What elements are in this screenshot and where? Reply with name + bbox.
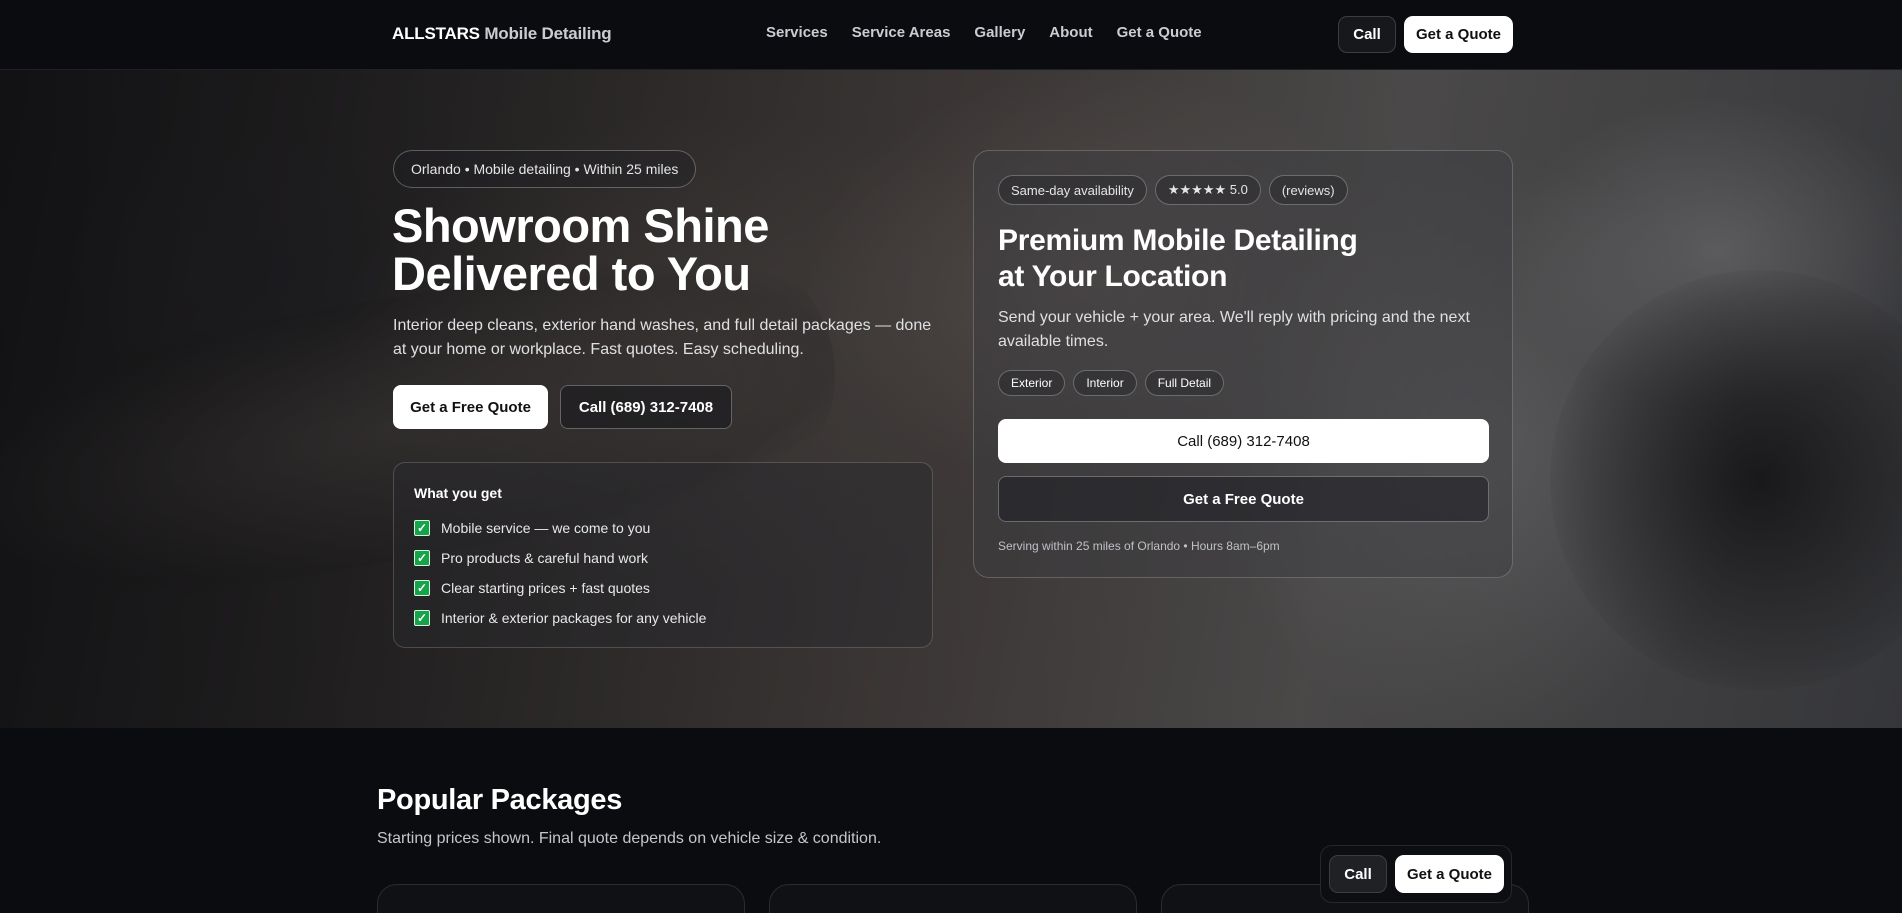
floating-call-button[interactable]: Call (1329, 855, 1387, 893)
quote-card: Same-day availability ★★★★★ 5.0 (reviews… (973, 150, 1513, 578)
floating-get-quote-button[interactable]: Get a Quote (1395, 855, 1504, 893)
checkbox-icon: ✓ (414, 550, 430, 566)
hero-overlay (0, 70, 1902, 728)
benefits-box: What you get ✓ Mobile service — we come … (393, 462, 933, 648)
benefit-text: Clear starting prices + fast quotes (441, 580, 650, 596)
reviews-badge[interactable]: (reviews) (1268, 175, 1348, 205)
quote-card-free-quote-button[interactable]: Get a Free Quote (998, 476, 1489, 522)
nav-link-gallery[interactable]: Gallery (974, 24, 1025, 41)
hero-subtitle: Interior deep cleans, exterior hand wash… (393, 317, 932, 358)
quote-card-subtitle: Send your vehicle + your area. We'll rep… (998, 309, 1470, 350)
quote-card-title-line2: at Your Location (998, 260, 1228, 293)
brand-name: ALLSTARS (392, 24, 480, 43)
nav-link-service-areas[interactable]: Service Areas (852, 24, 951, 41)
hero-free-quote-button[interactable]: Get a Free Quote (393, 385, 548, 429)
package-card[interactable] (769, 884, 1137, 913)
benefit-item: ✓ Pro products & careful hand work (414, 543, 912, 573)
nav-call-button[interactable]: Call (1338, 16, 1396, 53)
quote-card-footer: Serving within 25 miles of Orlando • Hou… (998, 539, 1280, 553)
quote-card-title-line1: Premium Mobile Detailing (998, 224, 1358, 257)
nav-get-quote-button[interactable]: Get a Quote (1404, 16, 1513, 53)
service-chip-exterior[interactable]: Exterior (998, 370, 1066, 396)
benefit-item: ✓ Interior & exterior packages for any v… (414, 603, 912, 633)
checkbox-icon: ✓ (414, 520, 430, 536)
hero-call-button[interactable]: Call (689) 312-7408 (560, 385, 732, 429)
brand-tagline: Mobile Detailing (479, 24, 612, 43)
benefits-title: What you get (414, 485, 502, 501)
benefit-item: ✓ Mobile service — we come to you (414, 513, 912, 543)
quote-card-title: Premium Mobile Detailing at Your Locatio… (998, 223, 1478, 295)
quote-card-call-button[interactable]: Call (689) 312-7408 (998, 419, 1489, 463)
service-chips: Exterior Interior Full Detail (998, 370, 1225, 396)
availability-badge: Same-day availability (998, 175, 1147, 205)
hero-title-line2: Delivered to You (392, 247, 751, 300)
nav-link-about[interactable]: About (1049, 24, 1092, 41)
packages-subtitle: Starting prices shown. Final quote depen… (377, 830, 882, 847)
benefit-item: ✓ Clear starting prices + fast quotes (414, 573, 912, 603)
service-chip-full-detail[interactable]: Full Detail (1144, 370, 1225, 396)
nav-link-get-a-quote[interactable]: Get a Quote (1117, 24, 1202, 41)
package-card[interactable] (377, 884, 745, 913)
quote-card-badges: Same-day availability ★★★★★ 5.0 (reviews… (998, 175, 1348, 205)
nav-link-services[interactable]: Services (766, 24, 828, 41)
nav-links: Services Service Areas Gallery About Get… (766, 24, 1202, 41)
benefit-text: Interior & exterior packages for any veh… (441, 610, 707, 626)
service-chip-interior[interactable]: Interior (1073, 370, 1137, 396)
benefit-text: Mobile service — we come to you (441, 520, 651, 536)
rating-badge: ★★★★★ 5.0 (1154, 175, 1261, 205)
checkbox-icon: ✓ (414, 610, 430, 626)
hero-title-line1: Showroom Shine (392, 199, 769, 252)
benefit-text: Pro products & careful hand work (441, 550, 648, 566)
checkbox-icon: ✓ (414, 580, 430, 596)
hero-section (0, 70, 1902, 728)
hero-title: Showroom Shine Delivered to You (392, 202, 952, 298)
top-nav: ALLSTARS Mobile Detailing Services Servi… (0, 0, 1902, 70)
brand-logo[interactable]: ALLSTARS Mobile Detailing (392, 24, 612, 44)
location-pill: Orlando • Mobile detailing • Within 25 m… (393, 150, 697, 188)
packages-title: Popular Packages (377, 784, 623, 816)
